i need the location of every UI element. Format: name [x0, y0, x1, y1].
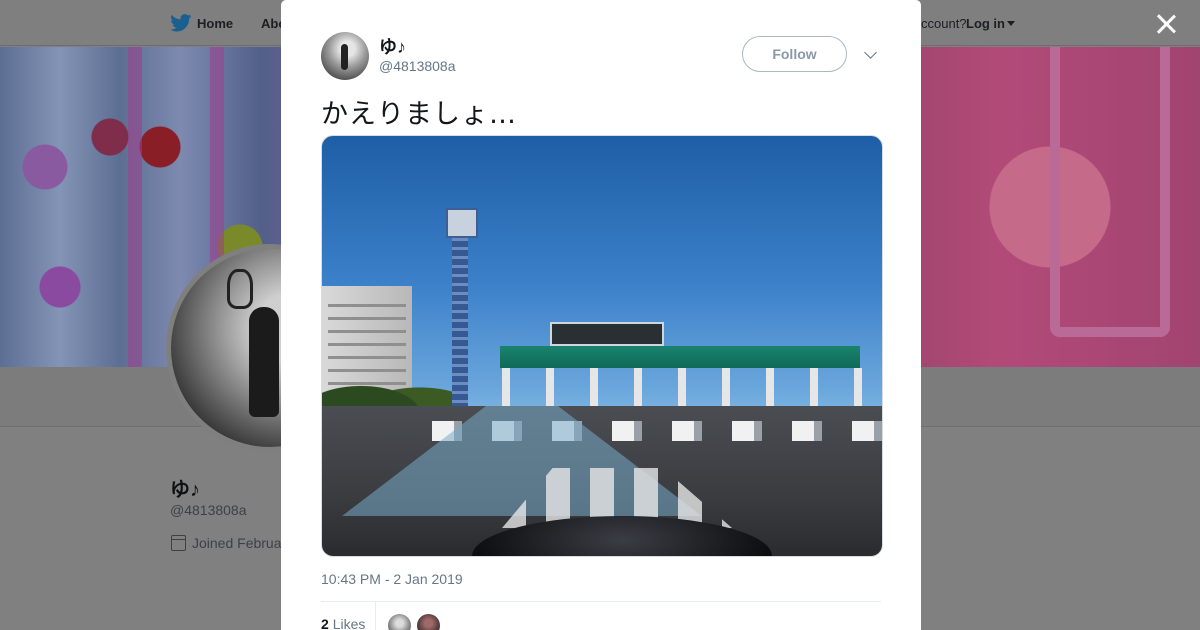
divider: [375, 602, 376, 630]
likes-label: Likes: [332, 616, 366, 630]
profile-handle[interactable]: @4813808a: [170, 502, 247, 518]
likes-count[interactable]: 2 Likes: [321, 616, 365, 630]
tweet-text: かえりましょ…: [321, 99, 517, 130]
avatar-detail: [227, 269, 253, 309]
liker-avatar[interactable]: [387, 613, 412, 630]
profile-name: ゆ♪: [170, 479, 200, 501]
avatar-detail: [341, 44, 348, 70]
photo-detail: [550, 322, 664, 346]
have-account-text: ccount?: [921, 16, 967, 31]
likes-number: 2: [321, 616, 329, 630]
follow-button[interactable]: Follow: [742, 36, 847, 72]
tweet-author-avatar[interactable]: [321, 32, 369, 80]
home-link[interactable]: Home: [197, 16, 233, 31]
banner-decoration: [1050, 47, 1170, 337]
photo-detail: [500, 346, 860, 368]
banner-decoration: [128, 47, 142, 367]
tweet-author-name[interactable]: ゆ♪: [379, 33, 406, 59]
chevron-down-icon[interactable]: [864, 46, 877, 59]
avatar-detail: [249, 307, 279, 417]
profile-joined-date: Joined Februa: [192, 535, 282, 551]
close-icon[interactable]: [1152, 10, 1180, 38]
tweet-photo[interactable]: [321, 135, 883, 557]
liker-avatar[interactable]: [416, 613, 441, 630]
tweet-modal: ゆ♪ @4813808a Follow かえりましょ… 10:43 PM - 2…: [281, 0, 921, 630]
tweet-timestamp[interactable]: 10:43 PM - 2 Jan 2019: [321, 571, 463, 587]
photo-detail: [446, 208, 478, 436]
calendar-icon: [171, 535, 186, 551]
twitter-bird-icon[interactable]: [170, 14, 192, 32]
login-link[interactable]: Log in: [966, 16, 1005, 31]
tweet-author-handle[interactable]: @4813808a: [379, 58, 456, 74]
divider: [321, 601, 881, 602]
caret-down-icon[interactable]: [1007, 21, 1015, 26]
